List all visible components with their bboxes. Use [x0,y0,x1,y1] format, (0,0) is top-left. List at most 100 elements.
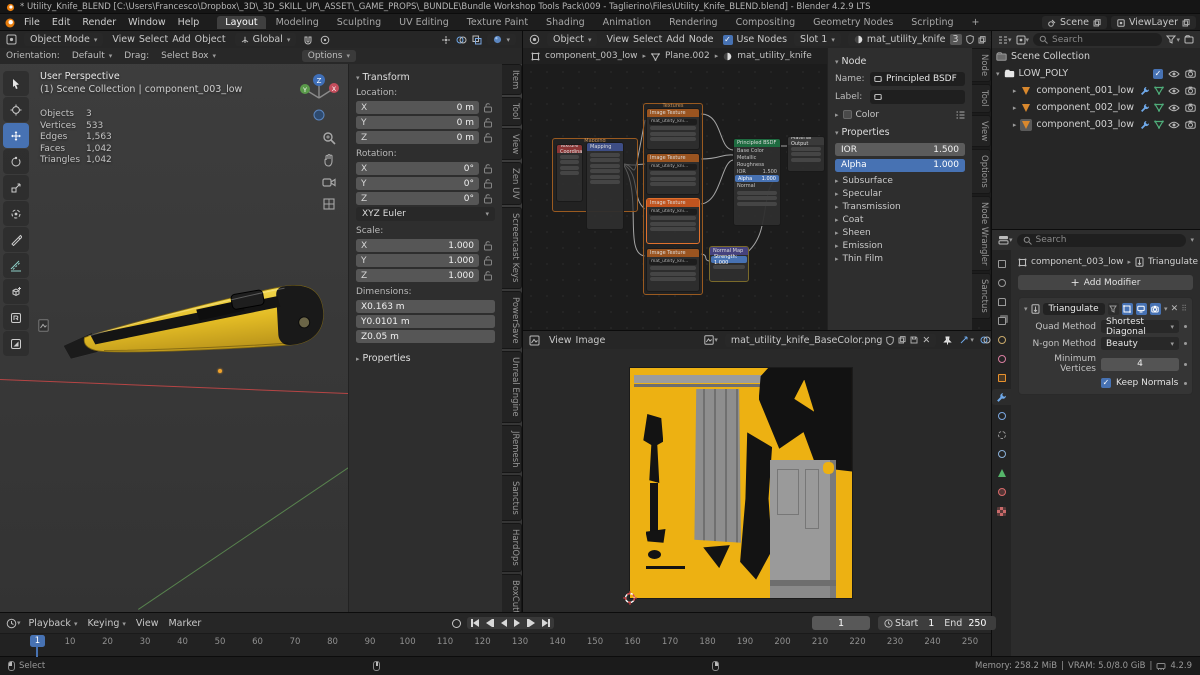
scale-tool[interactable] [3,175,29,200]
modifier-extras-dropdown[interactable]: ▾ [1164,305,1168,313]
topbar-menu[interactable]: Window [122,17,171,28]
ngon-method-dropdown[interactable]: Beauty▾ [1101,337,1179,350]
outliner-row-object[interactable]: ▸ component_002_low [992,99,1200,116]
copy-icon[interactable] [898,336,906,344]
shading-mode-selector[interactable]: ▾ [487,34,516,45]
zoom-icon[interactable] [322,131,338,147]
viewport-menu[interactable]: Add [170,34,192,45]
dimension-field[interactable]: Z0.05 m [356,330,495,343]
modifier-name-field[interactable]: Triangulate [1043,303,1105,315]
collapse-icon[interactable]: ▾ [1024,305,1028,313]
sidebar-tab[interactable]: JRemesh [502,425,522,474]
location-field[interactable]: Z0 m [356,131,479,144]
display-mode-icon[interactable]: ▾ [1016,35,1030,45]
workspace-tab[interactable]: Sculpting [329,16,389,29]
collapsed-section[interactable]: ▸ Specular [835,187,965,200]
rotation-field[interactable]: X0° [356,162,479,175]
animate-dot[interactable] [1184,382,1187,385]
gizmo-toggle-icon[interactable] [441,35,451,45]
tab-tool[interactable] [992,256,1011,272]
editor-type-icon[interactable] [529,34,540,45]
workspace-tab[interactable]: Scripting [903,16,961,29]
outliner-search[interactable]: Search [1033,33,1162,46]
topbar-menu[interactable]: Edit [46,17,76,28]
tab-view-layer[interactable] [992,313,1011,329]
lock-icon[interactable] [483,240,495,251]
show-realtime-toggle[interactable] [1136,303,1147,315]
end-field[interactable]: 250 [964,618,990,629]
quad-method-dropdown[interactable]: Shortest Diagonal▾ [1101,320,1179,333]
sidebar-tab[interactable]: Zen UV [502,162,522,205]
boxcutter-tool[interactable] [3,331,29,356]
animate-dot[interactable] [1184,342,1187,345]
save-icon[interactable] [910,336,918,344]
shield-icon[interactable] [966,35,974,44]
workspace-tab[interactable]: UV Editing [391,16,457,29]
location-field[interactable]: X0 m [356,101,479,114]
node-name-field[interactable]: Principled BSDF [870,72,965,86]
tab-texture[interactable] [992,503,1011,519]
mesh-data-icon[interactable] [1154,86,1164,95]
drag-handle-icon[interactable]: ⠿ [1181,304,1187,313]
editor-type-icon[interactable]: ▾ [6,618,21,629]
presets-icon[interactable] [956,111,965,119]
hardops-tool[interactable] [3,305,29,330]
eye-icon[interactable] [1168,87,1180,95]
image-browse-icon[interactable]: ▾ [704,335,718,345]
image-name-field[interactable]: mat_utility_knife_BaseColor.png ✕ [725,334,937,347]
pin-icon-active[interactable] [943,336,952,345]
marker-menu[interactable]: Marker [166,618,203,629]
lock-icon[interactable] [483,178,495,189]
node-label-field[interactable] [870,90,965,104]
collapsed-section[interactable]: ▸ Transmission [835,200,965,213]
shader-sidebar-tab[interactable]: View [972,115,991,147]
add-primitive-tool[interactable] [3,279,29,304]
scene-selector[interactable]: Scene [1042,16,1107,29]
workspace-tab[interactable]: Modeling [268,16,327,29]
scale-field[interactable]: Y1.000 [356,254,479,267]
expand-icon[interactable]: ▸ [1013,104,1017,112]
blender-menu-icon[interactable] [4,17,16,29]
jump-to-end-button[interactable] [542,619,550,627]
xray-toggle-icon[interactable] [472,35,482,45]
collapsed-section[interactable]: ▸ Subsurface [835,174,965,187]
camera-icon[interactable] [1185,103,1196,112]
tab-output[interactable] [992,294,1011,310]
editor-type-icon[interactable] [6,34,17,45]
topbar-menu[interactable]: File [18,17,46,28]
basecolor-texture-image[interactable] [630,368,852,598]
shader-editor-menu[interactable]: Select [631,34,664,45]
drag-dropdown[interactable]: Select Box▾ [155,50,222,62]
add-workspace-button[interactable]: + [964,16,988,29]
alpha-slider[interactable]: Alpha1.000 [835,159,965,172]
viewport-menu[interactable]: Object [193,34,228,45]
shader-sidebar-tab[interactable]: Tool [972,84,991,113]
properties-editor[interactable]: ▾ Search ▾ component_003_low ▸ Triangula… [992,230,1200,656]
lock-icon[interactable] [483,102,495,113]
texture-coordinate-node[interactable]: Texture Coordinate [556,144,583,202]
color-swatch[interactable] [843,110,852,119]
start-field[interactable]: 1 [920,618,942,629]
properties-search[interactable]: Search [1017,234,1187,247]
sidebar-tab[interactable]: View [502,128,522,160]
lock-icon[interactable] [483,255,495,266]
image-editor-menu[interactable]: View [547,335,574,346]
options-dropdown[interactable]: Options▾ [302,50,356,62]
cursor-2d-icon[interactable] [623,591,637,605]
properties-panel-header[interactable]: ▸ Properties [356,353,495,364]
image-texture-node[interactable]: Image Texture mat_utility_kni... [646,153,700,195]
material-users-count[interactable]: 3 [950,34,962,45]
scale-field[interactable]: Z1.000 [356,269,479,282]
expand-icon[interactable]: ▸ [1013,87,1017,95]
shader-sidebar-tab[interactable]: Node Wrangler [972,196,991,271]
overlays-toggle-icon[interactable]: ▾ [980,335,991,345]
lock-icon[interactable] [483,163,495,174]
jump-to-start-button[interactable] [471,619,479,627]
tab-modifiers[interactable] [992,389,1011,405]
image-editor[interactable]: ViewImage ▾ mat_utility_knife_BaseColor.… [523,331,991,612]
material-output-node[interactable]: Material Output [787,136,825,172]
mapping-node[interactable]: Mapping [586,142,624,230]
next-keyframe-button[interactable] [527,619,535,627]
camera-icon[interactable] [1185,69,1196,78]
modifier-close-button[interactable]: ✕ [1171,304,1179,314]
